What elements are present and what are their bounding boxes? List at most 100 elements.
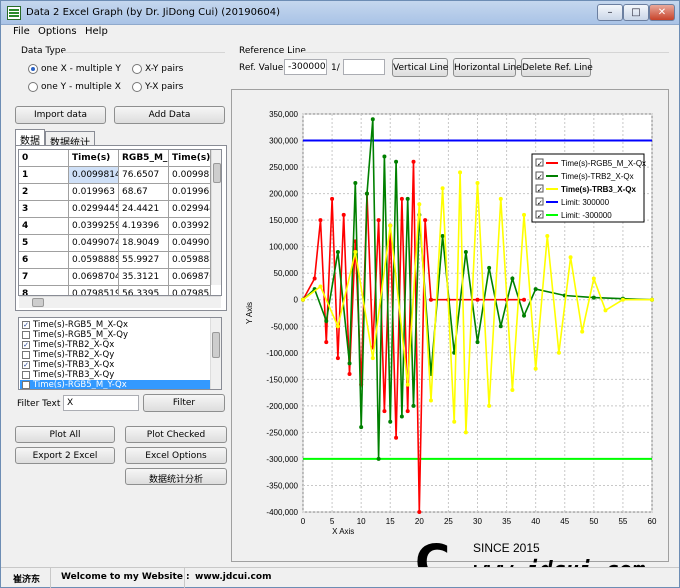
data-point xyxy=(405,196,410,201)
series-item[interactable]: ✓ Time(s)-TRB2_X-Qx xyxy=(20,340,210,350)
delete-ref-line-button[interactable]: Delete Ref. Line xyxy=(521,58,593,77)
grid-row-header[interactable]: 8 xyxy=(19,286,69,295)
legend-entry: Limit: -300000 xyxy=(561,211,612,220)
grid-row-header[interactable]: 1 xyxy=(19,167,69,184)
x-tick-label: 15 xyxy=(386,517,395,526)
grid-cell[interactable]: 0.0598889 xyxy=(169,252,211,269)
data-point xyxy=(335,324,340,329)
grid-header-cell[interactable]: Time(s) xyxy=(169,150,211,167)
tab-data-stats[interactable]: 数据统计 xyxy=(45,131,95,149)
series-checkbox[interactable] xyxy=(22,331,30,339)
grid-hscroll-thumb[interactable] xyxy=(32,298,44,307)
grid-cell[interactable]: 56.3395 xyxy=(119,286,169,295)
grid-cell[interactable]: 0.0299445 xyxy=(169,201,211,218)
filter-text-input[interactable]: X xyxy=(63,395,139,411)
series-item[interactable]: ✓ Time(s)-RGB5_M_X-Qx xyxy=(20,320,210,330)
plot-checked-button[interactable]: Plot Checked xyxy=(125,426,227,443)
grid-cell[interactable]: 4.19396 xyxy=(119,218,169,235)
grid-cell[interactable]: 55.9927 xyxy=(119,252,169,269)
grid-cell[interactable]: 0.0399259 xyxy=(69,218,119,235)
ref-value-input[interactable]: -300000 xyxy=(284,59,327,75)
fraction-input[interactable] xyxy=(343,59,385,75)
grid-cell[interactable]: 68.67 xyxy=(119,184,169,201)
radio-one-x-multiple-y[interactable] xyxy=(28,64,38,74)
grid-cell[interactable]: 35.3121 xyxy=(119,269,169,286)
grid-cell[interactable]: 0.0499074 xyxy=(169,235,211,252)
radio-x-y-pairs[interactable] xyxy=(132,64,142,74)
y-tick-label: 200,000 xyxy=(269,190,298,199)
series-item[interactable]: Time(s)-TRB3_X-Qy xyxy=(20,370,210,380)
series-checkbox[interactable]: ✓ xyxy=(22,341,30,349)
close-button[interactable]: ✕ xyxy=(649,4,675,21)
series-checklist[interactable]: ✓ Time(s)-RGB5_M_X-Qx Time(s)-RGB5_M_X-Q… xyxy=(18,317,222,390)
y-tick-label: 250,000 xyxy=(269,163,298,172)
app-icon xyxy=(7,6,21,20)
menu-options[interactable]: Options xyxy=(38,26,77,37)
data-grid[interactable]: 0 Time(s) RGB5_M_ Time(s) 1 0.00998149 7… xyxy=(18,149,222,296)
plot-all-button[interactable]: Plot All xyxy=(15,426,115,443)
series-checkbox[interactable] xyxy=(22,381,30,389)
grid-cell[interactable]: 0.0499074 xyxy=(69,235,119,252)
checklist-scroll-thumb[interactable] xyxy=(212,332,220,358)
export-excel-button[interactable]: Export 2 Excel xyxy=(15,447,115,464)
grid-cell[interactable]: 0.0798519 xyxy=(169,286,211,295)
checklist-scrollbar[interactable] xyxy=(210,318,221,389)
series-item[interactable]: Time(s)-RGB5_M_Y-Qx xyxy=(20,380,210,389)
grid-vscroll-thumb[interactable] xyxy=(213,163,221,183)
import-data-button[interactable]: Import data xyxy=(15,106,106,124)
grid-header-cell[interactable]: 0 xyxy=(19,150,69,167)
maximize-button[interactable]: □ xyxy=(623,4,649,21)
grid-cell[interactable]: 76.6507 xyxy=(119,167,169,184)
grid-row-header[interactable]: 6 xyxy=(19,252,69,269)
grid-header-cell[interactable]: RGB5_M_ xyxy=(119,150,169,167)
grid-cell[interactable]: 0.0399259 xyxy=(169,218,211,235)
data-point xyxy=(335,249,340,254)
horizontal-line-button[interactable]: Horizontal Line xyxy=(453,58,522,77)
data-point xyxy=(341,212,346,217)
chart[interactable]: 350,000 300,000 250,000 200,000 150,000 100,0… xyxy=(232,90,670,563)
tab-data[interactable]: 数据 xyxy=(15,129,45,147)
status-website[interactable]: www.jdcui.com xyxy=(185,568,285,588)
filter-button[interactable]: Filter xyxy=(143,394,225,412)
grid-cell[interactable]: 0.0698704 xyxy=(69,269,119,286)
series-checkbox[interactable]: ✓ xyxy=(22,361,30,369)
grid-cell[interactable]: 0.0698704 xyxy=(169,269,211,286)
add-data-button[interactable]: Add Data xyxy=(114,106,225,124)
grid-cell[interactable]: 0.0299445 xyxy=(69,201,119,218)
grid-row-header[interactable]: 4 xyxy=(19,218,69,235)
grid-cell[interactable]: 24.4421 xyxy=(119,201,169,218)
grid-vertical-scrollbar[interactable] xyxy=(211,150,221,285)
menu-file[interactable]: File xyxy=(13,26,30,37)
series-item[interactable]: ✓ Time(s)-TRB3_X-Qx xyxy=(20,360,210,370)
grid-row-header[interactable]: 5 xyxy=(19,235,69,252)
series-checkbox[interactable]: ✓ xyxy=(22,321,30,329)
grid-header-cell[interactable]: Time(s) xyxy=(69,150,119,167)
grid-cell[interactable]: 0.019963 xyxy=(69,184,119,201)
radio-one-y-multiple-x[interactable] xyxy=(28,82,38,92)
grid-cell[interactable]: 0.0598889 xyxy=(69,252,119,269)
grid-row-header[interactable]: 7 xyxy=(19,269,69,286)
grid-cell[interactable]: 0.00998149 xyxy=(169,167,211,184)
series-item[interactable]: Time(s)-TRB2_X-Qy xyxy=(20,350,210,360)
grid-cell[interactable]: 0.00998149 xyxy=(69,167,119,184)
grid-cell[interactable]: 18.9049 xyxy=(119,235,169,252)
minimize-button[interactable]: – xyxy=(597,4,623,21)
x-tick-label: 40 xyxy=(531,517,540,526)
title-bar[interactable]: Data 2 Excel Graph (by Dr. JiDong Cui) (… xyxy=(1,1,679,25)
series-item[interactable]: Time(s)-RGB5_M_X-Qy xyxy=(20,330,210,340)
menu-help[interactable]: Help xyxy=(85,26,108,37)
series-checkbox[interactable] xyxy=(22,351,30,359)
grid-row-header[interactable]: 2 xyxy=(19,184,69,201)
excel-options-button[interactable]: Excel Options xyxy=(125,447,227,464)
radio-y-x-pairs[interactable] xyxy=(132,82,142,92)
data-point xyxy=(568,255,573,260)
grid-cell[interactable]: 0.019963 xyxy=(169,184,211,201)
grid-row-header[interactable]: 3 xyxy=(19,201,69,218)
grid-cell[interactable]: 0.0798519 xyxy=(69,286,119,295)
vertical-line-button[interactable]: Vertical Line xyxy=(392,58,448,77)
series-checkbox[interactable] xyxy=(22,371,30,379)
stats-analysis-button[interactable]: 数据统计分析 xyxy=(125,468,227,485)
legend-check-mark: ✓ xyxy=(537,199,543,207)
data-point xyxy=(399,196,404,201)
grid-horizontal-scrollbar[interactable] xyxy=(19,296,221,308)
